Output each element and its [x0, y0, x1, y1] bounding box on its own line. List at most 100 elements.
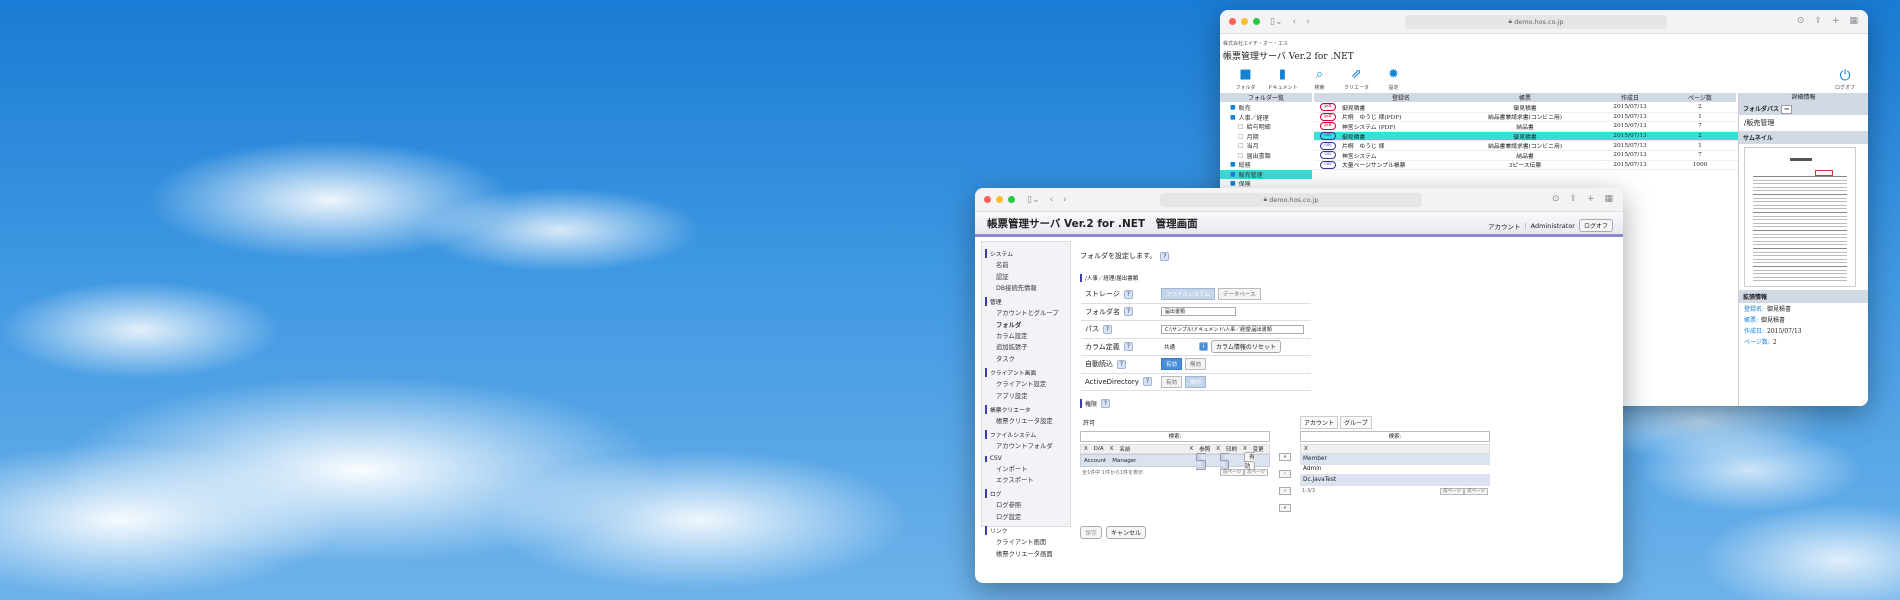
sidebar-item[interactable]: 追加拡張子	[982, 341, 1070, 352]
close-window-button[interactable]	[984, 196, 991, 203]
tab-overview-icon[interactable]: ▦	[1849, 16, 1858, 26]
sidebar-item[interactable]: 帳票クリエータ画面	[982, 547, 1070, 558]
sidebar-item[interactable]: アカウントフォルダ	[982, 440, 1070, 451]
next-page-button[interactable]: 次ページ	[1464, 487, 1488, 495]
new-tab-icon[interactable]: +	[1587, 194, 1595, 204]
sidebar-item[interactable]: タスク	[982, 353, 1070, 364]
share-icon[interactable]: ⇪	[1569, 194, 1577, 204]
ad-enabled-option[interactable]: 有効	[1161, 375, 1183, 388]
download-icon[interactable]: ⊙	[1552, 194, 1560, 204]
sidebar-item[interactable]: DB接続先情報	[982, 282, 1070, 293]
sidebar-item[interactable]: アカウントとグループ	[982, 307, 1070, 318]
sidebar-item[interactable]: ログ参照	[982, 499, 1070, 510]
auto-load-disabled-option[interactable]: 無効	[1185, 358, 1207, 371]
help-icon[interactable]: ?	[1101, 399, 1111, 408]
view-toggle[interactable]: 有効	[1196, 452, 1206, 470]
back-icon[interactable]: ‹	[1293, 17, 1297, 27]
forward-icon[interactable]: ›	[1063, 195, 1067, 205]
sidebar-item[interactable]: クライアント設定	[982, 378, 1070, 389]
column-header[interactable]: ページ数	[1670, 93, 1730, 102]
sidebar-item[interactable]: インポート	[982, 463, 1070, 474]
column-header[interactable]: D/A	[1091, 446, 1107, 452]
folder-item[interactable]: ■ 総務	[1220, 160, 1312, 170]
sidebar-item[interactable]: 帳票クリエータ設定	[982, 415, 1070, 426]
prev-page-button[interactable]: 前ページ	[1440, 487, 1465, 495]
download-icon[interactable]: ⊙	[1797, 16, 1805, 26]
help-icon[interactable]: ?	[1123, 342, 1133, 352]
sidebar-toggle-icon[interactable]: ▯⌄	[1270, 17, 1283, 27]
sidebar-item[interactable]: 名前	[982, 259, 1070, 270]
sidebar-item[interactable]: クライアント画面	[982, 536, 1070, 547]
column-reset-button[interactable]: カラム情報のリセット	[1211, 340, 1281, 354]
tab-account[interactable]: アカウント	[1300, 416, 1339, 429]
sidebar-item[interactable]: フォルダ	[982, 319, 1070, 330]
folder-item[interactable]: □ 月期	[1220, 132, 1312, 142]
column-header[interactable]: 登録名	[1342, 93, 1460, 102]
new-tab-icon[interactable]: +	[1832, 16, 1840, 26]
auto-load-toggle[interactable]: 有効 無効	[1161, 358, 1207, 371]
cancel-button[interactable]: キャンセル	[1106, 526, 1147, 539]
logout-button[interactable]: ⏻ ログオフ	[1835, 68, 1855, 91]
forward-icon[interactable]: ›	[1306, 17, 1310, 27]
save-button[interactable]: 保存	[1080, 526, 1103, 539]
help-icon[interactable]: ?	[1142, 377, 1152, 387]
column-header[interactable]: Ⅹ	[1213, 446, 1223, 452]
permission-search-input[interactable]: 検索:	[1080, 431, 1270, 442]
folder-item[interactable]: □ 当月	[1220, 141, 1312, 151]
move-right-one-button[interactable]: ›	[1279, 470, 1291, 478]
list-item[interactable]: Admin	[1300, 465, 1490, 475]
sidebar-item[interactable]: 認証	[982, 270, 1070, 281]
column-header[interactable]: 帳票	[1460, 93, 1590, 102]
share-icon[interactable]: ⇪	[1814, 16, 1822, 26]
document-thumbnail[interactable]	[1744, 147, 1856, 287]
account-search-input[interactable]: 検索:	[1300, 431, 1490, 442]
maximize-window-button[interactable]	[1253, 18, 1260, 25]
prev-page-button[interactable]: 前ページ	[1220, 469, 1245, 476]
storage-toggle[interactable]: ファイルシステム データベース	[1161, 288, 1261, 301]
sidebar-toggle-icon[interactable]: ▯⌄	[1027, 195, 1040, 205]
column-header[interactable]: 作成日	[1590, 93, 1670, 102]
copy-path-button[interactable]: ⇒	[1781, 105, 1793, 114]
address-bar[interactable]: 🔒︎ demo.hos.co.jp	[1160, 192, 1422, 207]
help-icon[interactable]: ?	[1117, 359, 1126, 369]
column-definition-select[interactable]: 共通	[1161, 343, 1196, 351]
sidebar-item[interactable]: ログ設定	[982, 511, 1070, 522]
move-left-button[interactable]: «	[1279, 504, 1291, 512]
storage-database-option[interactable]: データベース	[1217, 288, 1261, 301]
help-icon[interactable]: ?	[1160, 251, 1170, 261]
help-icon[interactable]: ?	[1123, 289, 1133, 299]
folder-item[interactable]: ■ 販売	[1220, 103, 1312, 113]
column-header[interactable]: Ⅹ	[1081, 446, 1091, 452]
column-header[interactable]: 印刷	[1223, 445, 1240, 453]
logout-button[interactable]: ログオフ	[1578, 219, 1613, 232]
column-header[interactable]: Ⅹ	[1107, 446, 1117, 452]
back-icon[interactable]: ‹	[1050, 195, 1054, 205]
close-window-button[interactable]	[1229, 18, 1236, 25]
folder-item[interactable]: □ 届出書類	[1220, 151, 1312, 161]
folder-item[interactable]: ■ 販売管理	[1220, 169, 1312, 179]
list-item[interactable]: Dc.JavaTest	[1300, 475, 1490, 486]
sidebar-item[interactable]: カラム設定	[982, 330, 1070, 341]
folder-name-input[interactable]: 届出書類	[1161, 307, 1236, 317]
minimize-window-button[interactable]	[996, 196, 1003, 203]
tab-overview-icon[interactable]: ▦	[1604, 194, 1613, 204]
sidebar-item[interactable]: エクスポート	[982, 474, 1070, 485]
column-header[interactable]: 参照	[1196, 445, 1213, 453]
tab-group[interactable]: グループ	[1340, 416, 1372, 429]
list-item[interactable]: Member	[1300, 454, 1490, 465]
auto-load-enabled-option[interactable]: 有効	[1161, 358, 1183, 371]
maximize-window-button[interactable]	[1008, 196, 1015, 203]
help-icon[interactable]: ?	[1103, 324, 1112, 334]
help-icon[interactable]: ?	[1124, 307, 1133, 317]
ad-disabled-option[interactable]: 無効	[1185, 375, 1207, 388]
column-header[interactable]: Ⅹ	[1186, 446, 1196, 452]
folder-item[interactable]: ■ 人事／経理	[1220, 113, 1312, 123]
address-bar[interactable]: 🔒︎ demo.hos.co.jp	[1405, 14, 1667, 29]
folder-item[interactable]: □ 給与明細	[1220, 122, 1312, 132]
print-toggle[interactable]: 有効	[1220, 452, 1230, 470]
move-right-button[interactable]: »	[1279, 453, 1291, 461]
minimize-window-button[interactable]	[1241, 18, 1248, 25]
table-row[interactable]: Account Manager 有効 有効 有効	[1080, 451, 1270, 472]
storage-filesystem-option[interactable]: ファイルシステム	[1161, 288, 1215, 301]
active-directory-toggle[interactable]: 有効 無効	[1161, 375, 1207, 388]
